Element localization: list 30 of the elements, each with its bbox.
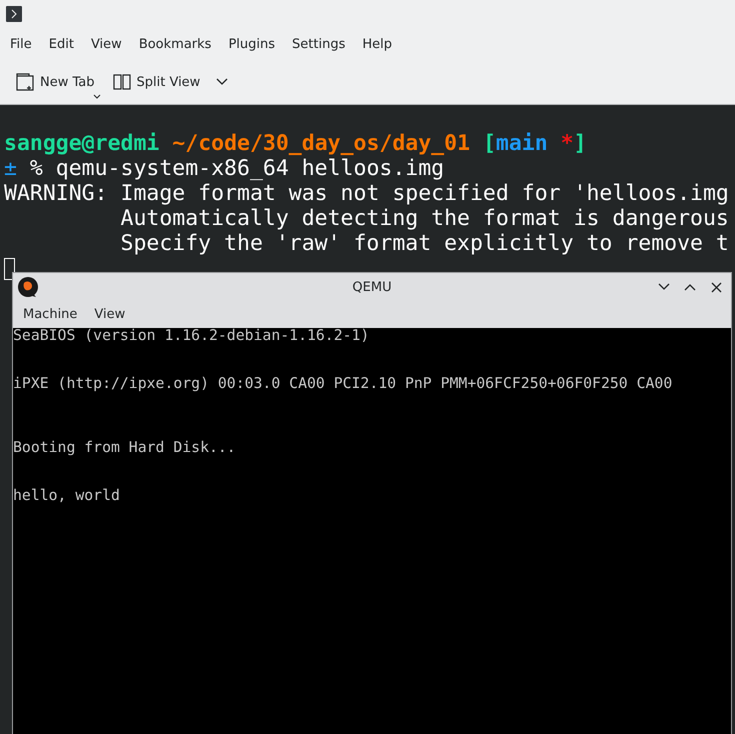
output-line: Specify the 'raw' format explicitly to remove t [119,231,730,256]
menu-item[interactable]: Plugins [222,32,282,56]
screen-line: Booting from Hard Disk... [13,440,237,456]
output-line: Automatically detecting the format is dangerous [119,206,730,231]
command-line: ± % qemu-system-x86_64 helloos.img [3,156,446,181]
menu-item[interactable]: Machine [17,303,84,326]
chevron-down-icon [658,283,670,291]
new-tab-button[interactable]: New Tab [14,69,96,95]
close-icon [710,282,722,292]
logo-icon [17,276,39,298]
screen-line: SeaBIOS (version 1.16.2-debian-1.16.2-1) [13,328,370,344]
screen-line: hello, world [13,488,121,504]
output-line: WARNING: Image format was not specified for 'helloos.img [3,181,730,206]
window-title: QEMU [352,280,392,294]
prompt-line: sangge@redmi ~/code/30_day_os/day_01 [main *] [3,131,588,156]
new-tab-icon [16,73,34,91]
split-view-icon [112,73,130,91]
menu-item[interactable]: File [4,32,38,56]
dropdown-caret-icon [216,78,228,86]
caret-icon [92,94,100,99]
menu-item[interactable]: Edit [42,32,80,56]
menu-item[interactable]: View [84,32,128,56]
menu-item[interactable]: Bookmarks [132,32,218,56]
split-view-button[interactable]: Split View [110,69,202,95]
chevron-up-icon [684,283,696,291]
menu-item[interactable]: Settings [286,32,352,56]
menu-item[interactable]: View [88,303,132,326]
terminal-icon [6,6,22,22]
menu-item[interactable]: Help [356,32,398,56]
screen-line: iPXE (http://ipxe.org) 00:03.0 CA00 PCI2.10 PnP PMM+06FCF250+06F0F250 CA00 [13,376,674,392]
